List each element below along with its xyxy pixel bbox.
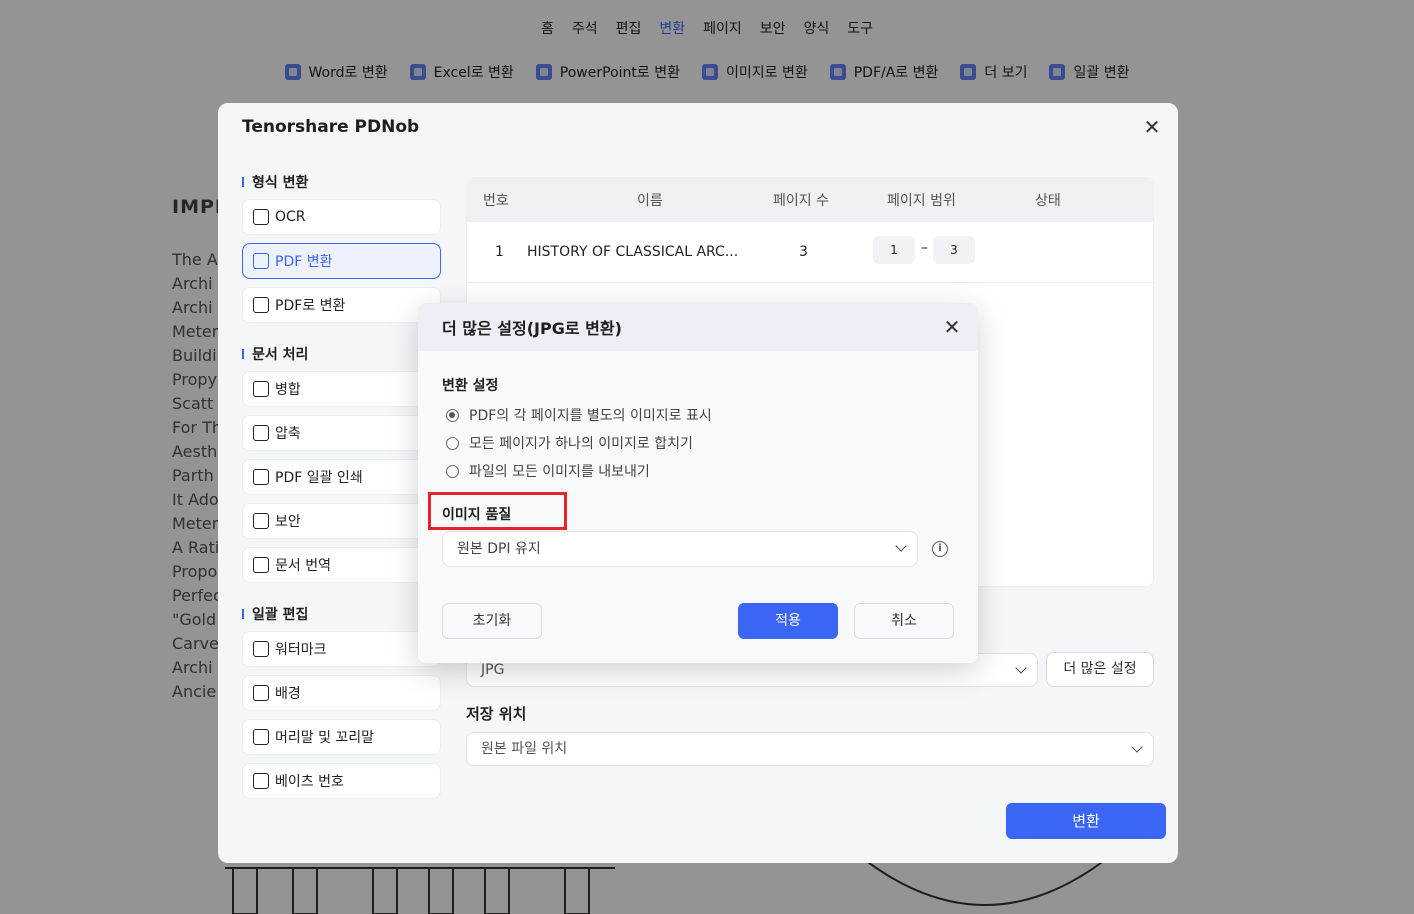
- translate-icon: [253, 557, 269, 573]
- col-status: 상태: [1035, 193, 1061, 209]
- save-location-select[interactable]: 원본 파일 위치: [466, 732, 1154, 766]
- conversion-option[interactable]: 모든 페이지가 하나의 이미지로 합치기: [446, 433, 693, 453]
- app-title: Tenorshare PDNob: [218, 103, 1178, 151]
- sidebar-item[interactable]: 보안: [242, 503, 441, 539]
- sidebar-section-title: 문서 처리: [242, 345, 442, 363]
- sidebar: 형식 변환 OCR PDF 변환 PDF로 변환문서 처리병합압축 PDF 일괄 인쇄보…: [242, 173, 442, 807]
- col-pages: 페이지 수: [773, 193, 829, 209]
- pdf-convert-icon: [253, 253, 269, 269]
- table-divider: [467, 282, 1153, 283]
- ocr-icon: [253, 209, 269, 225]
- sidebar-item[interactable]: 베이츠 번호: [242, 763, 441, 799]
- row-pages: 3: [799, 244, 808, 260]
- more-settings-modal: 더 많은 설정(JPG로 변환) ✕ 변환 설정 PDF의 각 페이지를 별도의…: [418, 303, 978, 663]
- sidebar-item-label: 배경: [275, 686, 301, 702]
- print-icon: [253, 469, 269, 485]
- sidebar-item[interactable]: OCR: [242, 199, 441, 235]
- modal-title: 더 많은 설정(JPG로 변환): [418, 303, 978, 351]
- image-quality-select[interactable]: 원본 DPI 유지: [442, 531, 918, 567]
- sidebar-item-label: 베이츠 번호: [275, 774, 344, 790]
- section-marker: [242, 609, 244, 619]
- sidebar-item[interactable]: 배경: [242, 675, 441, 711]
- sidebar-item-label: 압축: [275, 426, 301, 442]
- table-header: 번호 이름 페이지 수 페이지 범위 상태: [467, 178, 1153, 222]
- highlight-annotation: [428, 492, 567, 530]
- close-icon[interactable]: ✕: [942, 317, 962, 337]
- compress-icon: [253, 425, 269, 441]
- sidebar-item-label: 보안: [275, 514, 301, 530]
- sidebar-item-label: 머리말 및 꼬리말: [275, 730, 375, 746]
- sidebar-item-label: PDF 변환: [275, 254, 333, 270]
- reset-button[interactable]: 초기화: [442, 603, 542, 639]
- sidebar-section-title: 형식 변환: [242, 173, 442, 191]
- sidebar-section-title: 일괄 편집: [242, 605, 442, 623]
- convert-button[interactable]: 변환: [1006, 803, 1166, 839]
- save-location-label: 저장 위치: [466, 705, 527, 723]
- conversion-settings-label: 변환 설정: [442, 378, 499, 394]
- more-settings-button[interactable]: 더 많은 설정: [1046, 652, 1154, 687]
- sidebar-item[interactable]: 병합: [242, 371, 441, 407]
- merge-icon: [253, 381, 269, 397]
- sidebar-item[interactable]: PDF 변환: [242, 243, 441, 279]
- header-footer-icon: [253, 729, 269, 745]
- sidebar-item-label: 병합: [275, 382, 301, 398]
- table-row[interactable]: 1 HISTORY OF CLASSICAL ARC... 3 1 – 3: [467, 234, 1153, 270]
- chevron-down-icon: [1131, 741, 1143, 753]
- apply-button[interactable]: 적용: [738, 603, 838, 639]
- sidebar-item-label: 문서 번역: [275, 558, 331, 574]
- section-marker: [242, 349, 244, 359]
- shield-icon: [253, 513, 269, 529]
- watermark-icon: [253, 641, 269, 657]
- conversion-option[interactable]: PDF의 각 페이지를 별도의 이미지로 표시: [446, 405, 712, 425]
- sidebar-item[interactable]: 워터마크: [242, 631, 441, 667]
- info-icon[interactable]: i: [932, 541, 948, 557]
- radio-button[interactable]: [446, 408, 459, 422]
- cancel-button[interactable]: 취소: [854, 603, 954, 639]
- range-separator: –: [921, 240, 928, 256]
- close-icon[interactable]: ✕: [1142, 117, 1162, 137]
- range-to-input[interactable]: 3: [933, 236, 975, 264]
- chevron-down-icon: [1015, 662, 1027, 674]
- col-range: 페이지 범위: [887, 193, 956, 209]
- row-name: HISTORY OF CLASSICAL ARC...: [527, 244, 739, 260]
- sidebar-item-label: PDF 일괄 인쇄: [275, 470, 363, 486]
- radio-button[interactable]: [446, 436, 459, 450]
- row-number: 1: [495, 244, 504, 260]
- sidebar-item[interactable]: 압축: [242, 415, 441, 451]
- col-number: 번호: [483, 193, 509, 209]
- to-pdf-icon: [253, 297, 269, 313]
- background-icon: [253, 685, 269, 701]
- conversion-option[interactable]: 파일의 모든 이미지를 내보내기: [446, 461, 650, 481]
- sidebar-item-label: 워터마크: [275, 642, 327, 658]
- sidebar-item[interactable]: PDF로 변환: [242, 287, 441, 323]
- sidebar-item[interactable]: PDF 일괄 인쇄: [242, 459, 441, 495]
- radio-button[interactable]: [446, 464, 459, 478]
- chevron-down-icon: [895, 540, 907, 552]
- range-from-input[interactable]: 1: [873, 236, 915, 264]
- bates-icon: [253, 773, 269, 789]
- sidebar-item[interactable]: 문서 번역: [242, 547, 441, 583]
- section-marker: [242, 177, 244, 187]
- sidebar-item[interactable]: 머리말 및 꼬리말: [242, 719, 441, 755]
- col-name: 이름: [637, 193, 663, 209]
- sidebar-item-label: OCR: [275, 209, 306, 225]
- sidebar-item-label: PDF로 변환: [275, 298, 346, 314]
